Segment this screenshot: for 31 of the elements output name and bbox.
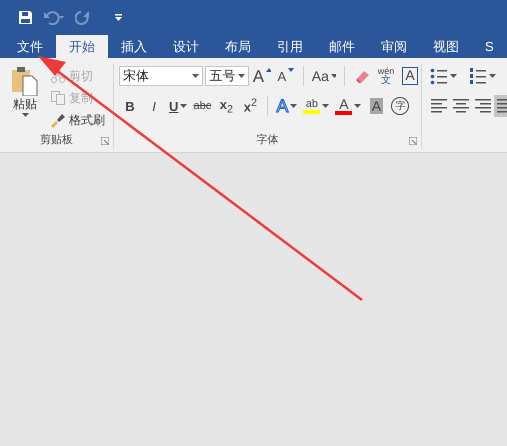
strikethrough-button[interactable]: abc [191,95,214,117]
ribbon-tab[interactable]: 布局 [212,35,264,58]
text-effects-button[interactable]: A [274,95,300,117]
ribbon-tab[interactable]: 插入 [108,35,160,58]
ribbon-tab[interactable]: 引用 [264,35,316,58]
painter-button[interactable]: 格式刷 [50,111,105,129]
ribbon-tab[interactable]: 设计 [160,35,212,58]
font-name-field[interactable]: 宋体 [119,66,204,86]
ribbon-tab[interactable]: 审阅 [368,35,420,58]
group-label: 剪贴板 [40,134,73,146]
bold-button[interactable]: B [119,95,141,117]
superscript-button[interactable]: x$^{2}$ [239,95,262,117]
phonetic-guide-button[interactable]: wén 文 [375,65,397,87]
underline-button[interactable]: U [167,95,190,117]
shrink-font-button[interactable]: A [274,65,297,87]
ribbon-tab[interactable]: 邮件 [316,35,368,58]
ribbon-tab[interactable]: 开始 [56,35,108,58]
character-shading-button[interactable]: A [365,95,388,117]
highlight-button[interactable]: ab [301,95,332,117]
ribbon-tab[interactable]: 视图 [420,35,472,58]
paste-button[interactable]: 粘贴 [0,64,50,131]
enclose-characters-button[interactable]: 字 [389,95,412,117]
ribbon-tab[interactable]: 文件 [4,35,56,58]
font-size-field[interactable]: 五号 [205,66,249,86]
subscript-button[interactable]: x$_{2}$ [215,95,238,117]
group-label: 字体 [256,134,278,146]
ribbon-tab[interactable]: S [472,35,507,58]
change-case-button[interactable]: Aa [310,65,338,87]
grow-font-button[interactable]: A [250,65,273,87]
font-color-button[interactable]: A [333,95,364,117]
italic-button[interactable]: I [143,95,165,117]
